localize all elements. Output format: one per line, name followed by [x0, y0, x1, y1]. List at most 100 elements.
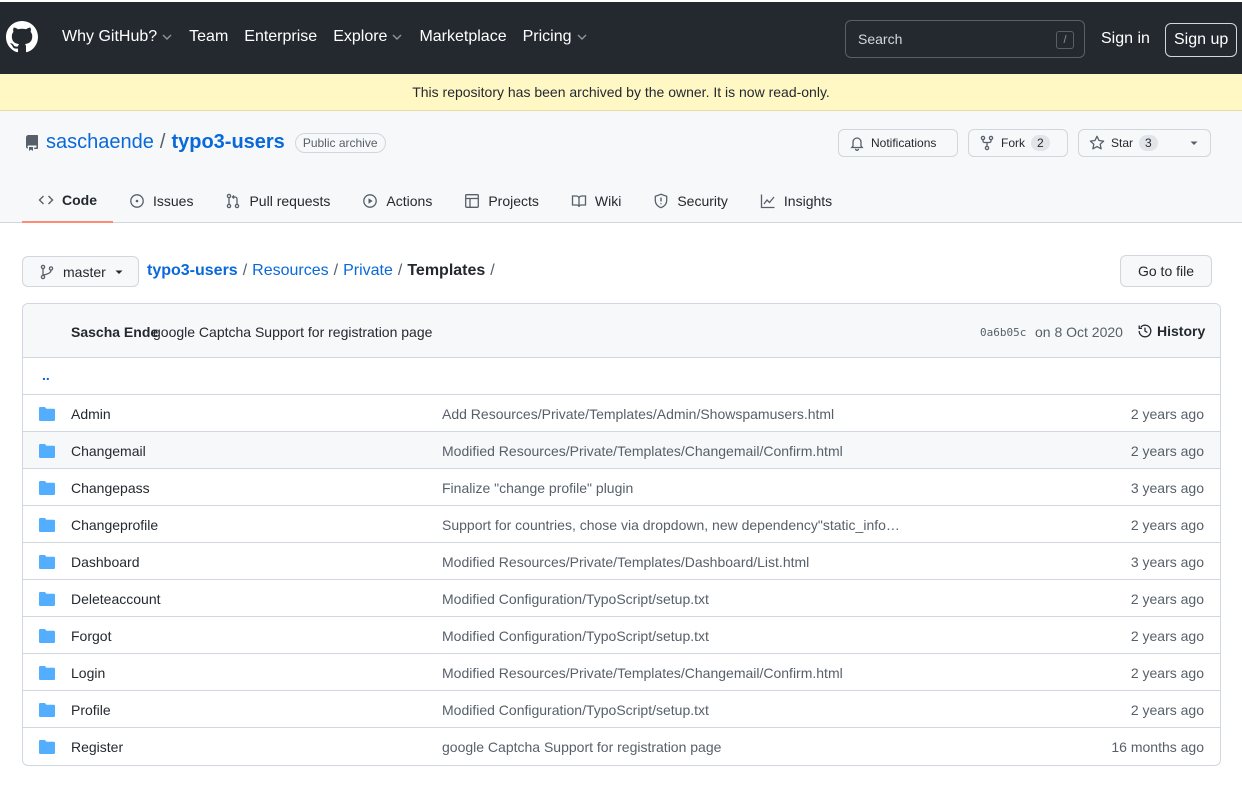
file-name-link[interactable]: Changeprofile — [71, 517, 158, 533]
file-commit-message[interactable]: Modified Configuration/TypoScript/setup.… — [442, 591, 709, 607]
repo-owner-link[interactable]: saschaende — [46, 131, 154, 154]
fork-button[interactable]: Fork 2 — [968, 129, 1068, 157]
tab-label: Insights — [783, 192, 833, 209]
visibility-badge: Public archive — [294, 132, 386, 153]
commit-message[interactable]: google Captcha Support for registration … — [153, 324, 432, 340]
file-age: 2 years ago — [1130, 406, 1204, 422]
sign-in-link[interactable]: Sign in — [1101, 30, 1150, 48]
tab-security[interactable]: Security — [637, 178, 744, 223]
nav-item-explore[interactable]: Explore — [333, 28, 403, 46]
folder-icon — [39, 629, 55, 643]
go-to-file-button[interactable]: Go to file — [1120, 255, 1212, 287]
chevron-down-icon — [162, 34, 172, 40]
file-row[interactable]: Changepass Finalize "change profile" plug… — [23, 469, 1220, 506]
file-name-link[interactable]: Changepass — [71, 480, 150, 496]
file-row[interactable]: Changemail Modified Resources/Private/Tem… — [23, 432, 1220, 469]
tab-projects[interactable]: Projects — [448, 178, 555, 223]
nav-item-label: Team — [189, 28, 229, 45]
breadcrumb-current: Templates — [407, 262, 486, 279]
graph-icon — [760, 194, 775, 208]
history-link[interactable]: History — [1137, 323, 1205, 339]
nav-item-label: Why GitHub? — [62, 28, 158, 45]
file-row[interactable]: Changeprofile Support for countries, chos… — [23, 506, 1220, 543]
file-name-link[interactable]: Dashboard — [71, 554, 140, 570]
file-commit-message[interactable]: Modified Resources/Private/Templates/Das… — [442, 554, 809, 570]
file-name-link[interactable]: Deleteaccount — [71, 591, 161, 607]
tab-wiki[interactable]: Wiki — [555, 178, 637, 223]
file-age: 2 years ago — [1130, 517, 1204, 533]
folder-icon — [39, 666, 55, 680]
file-row[interactable]: Deleteaccount Modified Configuration/Typo… — [23, 580, 1220, 617]
parent-directory-row[interactable]: .. — [23, 358, 1220, 395]
file-commit-message[interactable]: Finalize "change profile" plugin — [442, 480, 633, 496]
file-age: 2 years ago — [1130, 591, 1204, 607]
file-row[interactable]: Admin Add Resources/Private/Templates/Adm… — [23, 395, 1220, 432]
file-commit-message[interactable]: Modified Configuration/TypoScript/setup.… — [442, 702, 709, 718]
pull-request-icon — [227, 193, 240, 208]
nav-item-why-github[interactable]: Why GitHub? — [62, 28, 173, 46]
tab-label: Code — [62, 191, 97, 208]
file-commit-message[interactable]: Modified Configuration/TypoScript/setup.… — [442, 628, 709, 644]
file-row[interactable]: Dashboard Modified Resources/Private/Temp… — [23, 543, 1220, 580]
file-commit-message[interactable]: Modified Resources/Private/Templates/Cha… — [442, 665, 843, 681]
breadcrumb-root[interactable]: typo3-users — [147, 262, 238, 280]
tab-actions[interactable]: Actions — [346, 178, 448, 223]
search-input[interactable] — [858, 31, 1048, 47]
file-commit-message[interactable]: google Captcha Support for registration … — [442, 739, 721, 755]
archive-banner: This repository has been archived by the… — [0, 74, 1242, 111]
folder-icon — [39, 740, 55, 754]
file-commit-message[interactable]: Modified Resources/Private/Templates/Cha… — [442, 443, 843, 459]
notifications-button[interactable]: Notifications — [838, 129, 958, 157]
star-dropdown-button[interactable] — [1177, 129, 1211, 157]
tab-issues[interactable]: Issues — [113, 178, 209, 223]
star-icon — [1089, 135, 1105, 150]
commit-author[interactable]: Sascha Ende — [71, 324, 158, 340]
fork-count: 2 — [1031, 135, 1050, 151]
tab-code[interactable]: Code — [22, 178, 113, 223]
fork-label: Fork — [1001, 136, 1025, 150]
search-box[interactable]: / — [845, 20, 1085, 58]
history-icon — [1138, 324, 1152, 338]
commit-sha[interactable]: 0a6b05c — [980, 326, 1026, 339]
branch-selector[interactable]: master — [22, 256, 139, 287]
file-name-link[interactable]: Login — [71, 665, 105, 681]
file-row[interactable]: Profile Modified Configuration/TypoScript… — [23, 691, 1220, 728]
bell-icon — [850, 137, 864, 151]
star-button[interactable]: Star 3 — [1078, 129, 1178, 157]
breadcrumb-part[interactable]: Resources — [252, 262, 328, 280]
nav-item-team[interactable]: Team — [189, 28, 228, 46]
breadcrumb-part[interactable]: Private — [343, 262, 393, 280]
file-row[interactable]: Register google Captcha Support for regis… — [23, 728, 1220, 765]
nav-item-label: Pricing — [522, 28, 572, 45]
breadcrumb-sep: / — [397, 262, 403, 279]
file-name-link[interactable]: Changemail — [71, 443, 146, 459]
repo-title: saschaende / typo3-users Public archive — [46, 131, 386, 154]
tab-insights[interactable]: Insights — [744, 178, 848, 223]
file-name-link[interactable]: Register — [71, 739, 123, 755]
repo-name-link[interactable]: typo3-users — [171, 131, 284, 154]
branch-name: master — [63, 263, 106, 280]
book-icon — [571, 194, 587, 207]
nav-item-label: Marketplace — [419, 28, 507, 45]
file-list: Admin Add Resources/Private/Templates/Adm… — [23, 395, 1220, 765]
file-row[interactable]: Login Modified Resources/Private/Template… — [23, 654, 1220, 691]
breadcrumb-sep: / — [333, 262, 339, 279]
folder-icon — [39, 518, 55, 532]
file-row[interactable]: Forgot Modified Configuration/TypoScript/… — [23, 617, 1220, 654]
file-commit-message[interactable]: Support for countries, chose via dropdow… — [442, 517, 900, 533]
file-name-link[interactable]: Admin — [71, 406, 111, 422]
nav-item-enterprise[interactable]: Enterprise — [244, 28, 317, 46]
github-logo-icon[interactable] — [6, 21, 38, 53]
sign-up-button[interactable]: Sign up — [1165, 23, 1238, 57]
tab-pull-requests[interactable]: Pull requests — [209, 178, 346, 223]
nav-item-pricing[interactable]: Pricing — [523, 28, 588, 46]
star-count: 3 — [1139, 135, 1158, 151]
parent-directory-link[interactable]: .. — [42, 367, 50, 383]
file-name-link[interactable]: Profile — [71, 702, 111, 718]
file-commit-message[interactable]: Add Resources/Private/Templates/Admin/Sh… — [442, 406, 834, 422]
caret-down-icon — [1190, 141, 1197, 145]
file-name-link[interactable]: Forgot — [71, 628, 111, 644]
nav-item-marketplace[interactable]: Marketplace — [419, 28, 506, 46]
star-label: Star — [1111, 136, 1134, 150]
nav-item-label: Explore — [333, 28, 388, 45]
